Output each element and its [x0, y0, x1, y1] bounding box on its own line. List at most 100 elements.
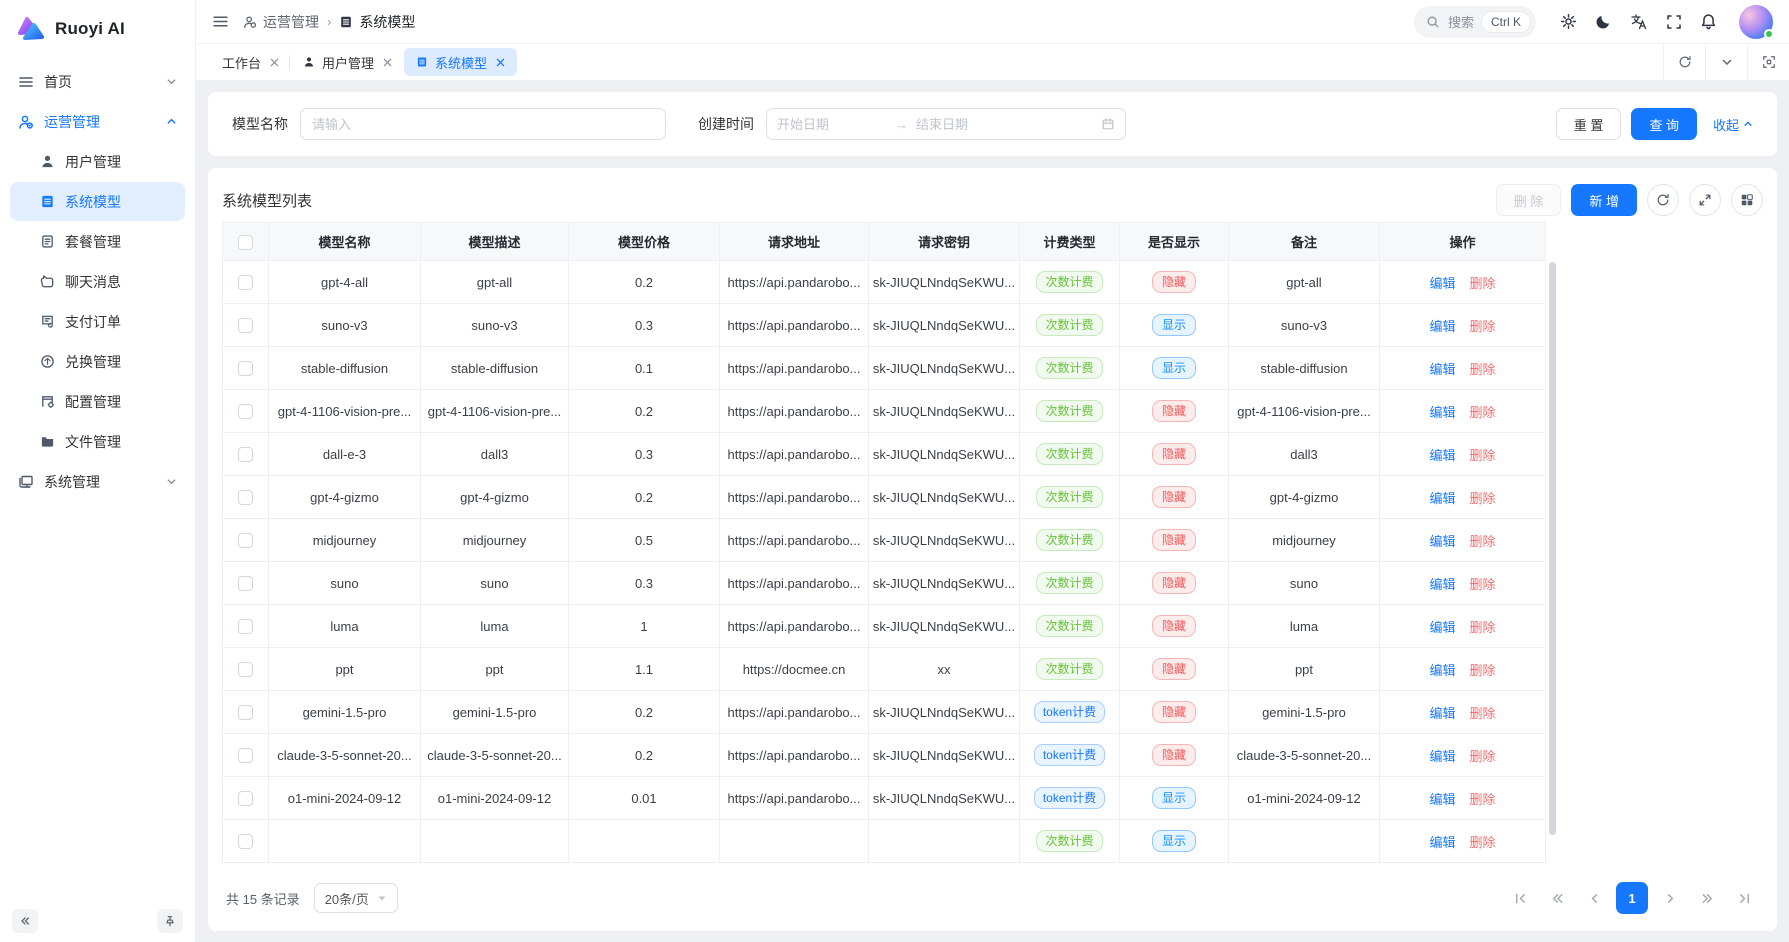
reset-button[interactable]: 重 置: [1556, 108, 1622, 140]
row-checkbox[interactable]: [238, 275, 253, 290]
page-size-select[interactable]: 20条/页: [314, 883, 398, 913]
breadcrumb-operations[interactable]: 运营管理: [243, 12, 319, 32]
delete-link[interactable]: 删除: [1470, 491, 1496, 506]
tab-workbench[interactable]: 工作台: [210, 48, 291, 76]
edit-link[interactable]: 编辑: [1429, 362, 1455, 377]
row-checkbox[interactable]: [238, 447, 253, 462]
current-page-button[interactable]: 1: [1616, 882, 1648, 914]
delete-link[interactable]: 删除: [1470, 706, 1496, 721]
cell-model-desc: midjourney: [421, 519, 569, 562]
edit-link[interactable]: 编辑: [1429, 749, 1455, 764]
sidebar-item-file-management[interactable]: 文件管理: [10, 422, 185, 461]
breadcrumb-system-model[interactable]: 系统模型: [339, 12, 415, 32]
sidebar-item-exchange-management[interactable]: 兑换管理: [10, 342, 185, 381]
edit-link[interactable]: 编辑: [1429, 620, 1455, 635]
delete-link[interactable]: 删除: [1470, 276, 1496, 291]
sidebar-item-config-management[interactable]: 配置管理: [10, 382, 185, 421]
cell-model-desc: [421, 820, 569, 863]
sidebar-item-home[interactable]: 首页: [10, 62, 185, 101]
notification-bell-icon[interactable]: [1700, 13, 1717, 30]
delete-link[interactable]: 删除: [1470, 448, 1496, 463]
tab-system-model[interactable]: 系统模型: [404, 48, 517, 76]
select-all-checkbox[interactable]: [238, 235, 253, 250]
edit-link[interactable]: 编辑: [1429, 405, 1455, 420]
edit-link[interactable]: 编辑: [1429, 448, 1455, 463]
sidebar-item-operations[interactable]: 运营管理: [10, 102, 185, 141]
row-checkbox[interactable]: [238, 318, 253, 333]
sidebar-item-chat-messages[interactable]: 聊天消息: [10, 262, 185, 301]
sidebar-item-user-management[interactable]: 用户管理: [10, 142, 185, 181]
cell-model-name: suno: [269, 562, 421, 605]
edit-link[interactable]: 编辑: [1429, 577, 1455, 592]
query-button[interactable]: 查 询: [1631, 108, 1697, 140]
previous-page-button[interactable]: [1579, 883, 1609, 913]
forward-five-pages-button[interactable]: [1692, 883, 1722, 913]
add-button[interactable]: 新 增: [1571, 184, 1637, 216]
tab-user-management[interactable]: 用户管理: [291, 48, 404, 76]
start-date-input[interactable]: [777, 117, 887, 132]
last-page-button[interactable]: [1729, 883, 1759, 913]
collapse-sidebar-button[interactable]: [12, 909, 38, 933]
delete-link[interactable]: 删除: [1470, 405, 1496, 420]
edit-link[interactable]: 编辑: [1429, 835, 1455, 850]
refresh-table-button[interactable]: [1647, 184, 1679, 216]
row-checkbox[interactable]: [238, 619, 253, 634]
close-icon[interactable]: [383, 58, 392, 67]
refresh-tab-button[interactable]: [1663, 44, 1705, 80]
cell-request-key: sk-JIUQLNndqSeKWU...: [869, 347, 1020, 390]
edit-link[interactable]: 编辑: [1429, 276, 1455, 291]
batch-delete-button[interactable]: 删 除: [1496, 184, 1562, 216]
close-icon[interactable]: [270, 58, 279, 67]
fullscreen-icon[interactable]: [1666, 14, 1682, 30]
row-checkbox[interactable]: [238, 576, 253, 591]
delete-link[interactable]: 删除: [1470, 620, 1496, 635]
row-checkbox[interactable]: [238, 404, 253, 419]
sidebar-item-package-management[interactable]: 套餐管理: [10, 222, 185, 261]
edit-link[interactable]: 编辑: [1429, 534, 1455, 549]
row-checkbox[interactable]: [238, 705, 253, 720]
expand-table-button[interactable]: [1689, 184, 1721, 216]
back-five-pages-button[interactable]: [1542, 883, 1572, 913]
sidebar-item-system-model[interactable]: 系统模型: [10, 182, 185, 221]
date-range-picker[interactable]: →: [766, 108, 1126, 140]
pin-sidebar-button[interactable]: [157, 909, 183, 933]
hamburger-menu-icon[interactable]: [212, 13, 229, 30]
row-checkbox[interactable]: [238, 748, 253, 763]
content-fullscreen-button[interactable]: [1747, 44, 1789, 80]
tab-list-dropdown-button[interactable]: [1705, 44, 1747, 80]
sidebar-item-system-management[interactable]: 系统管理: [10, 462, 185, 501]
row-checkbox[interactable]: [238, 791, 253, 806]
gear-icon[interactable]: [1560, 13, 1577, 30]
collapse-filter-link[interactable]: 收起: [1713, 115, 1753, 134]
row-checkbox[interactable]: [238, 533, 253, 548]
edit-link[interactable]: 编辑: [1429, 706, 1455, 721]
delete-link[interactable]: 删除: [1470, 319, 1496, 334]
delete-link[interactable]: 删除: [1470, 749, 1496, 764]
delete-link[interactable]: 删除: [1470, 577, 1496, 592]
column-settings-button[interactable]: [1731, 184, 1763, 216]
edit-link[interactable]: 编辑: [1429, 319, 1455, 334]
first-page-button[interactable]: [1505, 883, 1535, 913]
delete-link[interactable]: 删除: [1470, 362, 1496, 377]
next-page-button[interactable]: [1655, 883, 1685, 913]
delete-link[interactable]: 删除: [1470, 534, 1496, 549]
delete-link[interactable]: 删除: [1470, 835, 1496, 850]
close-icon[interactable]: [496, 58, 505, 67]
dark-mode-moon-icon[interactable]: [1595, 13, 1612, 30]
translate-icon[interactable]: [1630, 13, 1648, 31]
user-avatar[interactable]: [1739, 5, 1773, 39]
global-search[interactable]: 搜索 Ctrl K: [1414, 6, 1536, 38]
model-name-input[interactable]: [300, 108, 666, 140]
end-date-input[interactable]: [916, 117, 1093, 132]
sidebar-item-payment-orders[interactable]: 支付订单: [10, 302, 185, 341]
row-checkbox[interactable]: [238, 662, 253, 677]
delete-link[interactable]: 删除: [1470, 792, 1496, 807]
edit-link[interactable]: 编辑: [1429, 491, 1455, 506]
edit-link[interactable]: 编辑: [1429, 663, 1455, 678]
row-checkbox[interactable]: [238, 490, 253, 505]
row-checkbox[interactable]: [238, 361, 253, 376]
edit-link[interactable]: 编辑: [1429, 792, 1455, 807]
delete-link[interactable]: 删除: [1470, 663, 1496, 678]
vertical-scrollbar-thumb[interactable]: [1549, 262, 1556, 835]
row-checkbox[interactable]: [238, 834, 253, 849]
